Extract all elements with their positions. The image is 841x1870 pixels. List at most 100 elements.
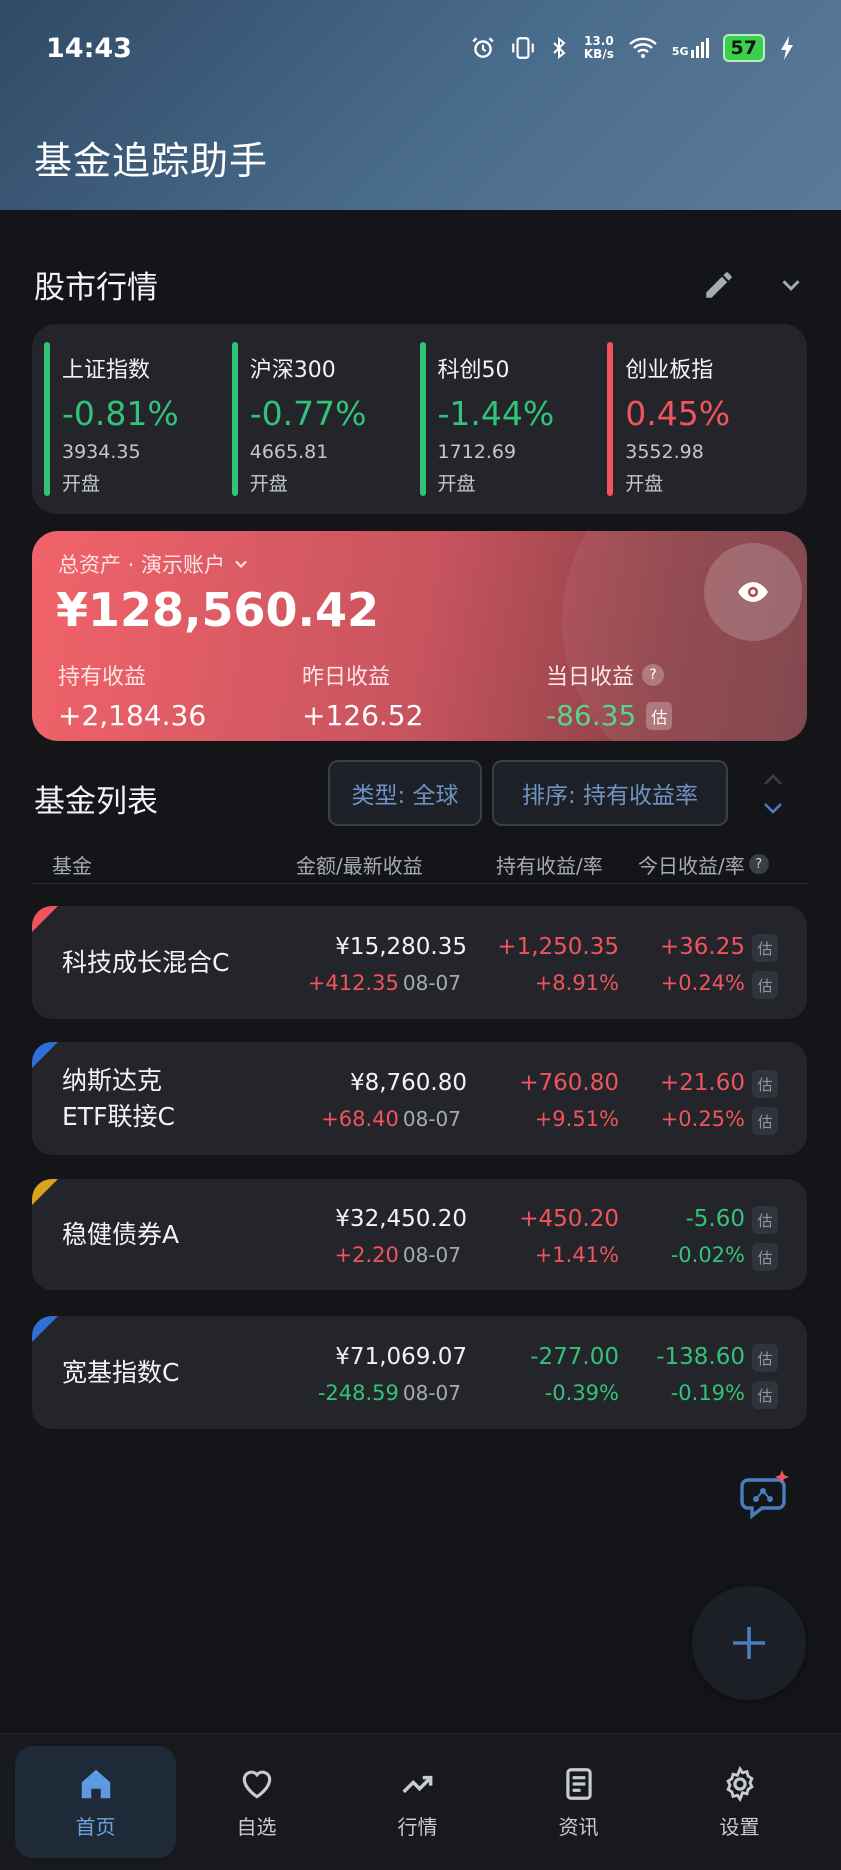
fund-holding-profit: +1,250.35 <box>497 934 619 960</box>
index-name: 创业板指 <box>625 358 714 383</box>
index-name: 科创50 <box>437 358 510 383</box>
add-fund-button[interactable] <box>692 1586 806 1700</box>
ai-assistant-icon[interactable] <box>738 1468 794 1524</box>
col-fund: 基金 <box>52 854 92 878</box>
vibrate-icon <box>512 37 534 59</box>
nav-label: 设置 <box>719 1814 760 1839</box>
fund-latest: +68.40 08-07 <box>321 1107 461 1131</box>
index-state: 开盘 <box>62 473 101 495</box>
estimate-badge: 估 <box>752 1381 778 1409</box>
holding-profit-stat: 持有收益 +2,184.36 <box>58 659 302 732</box>
fund-latest-profit: +2.20 <box>334 1243 399 1267</box>
fund-latest: -248.59 08-07 <box>318 1381 461 1405</box>
fund-amount: ¥71,069.07 <box>335 1344 467 1370</box>
fund-holding-profit: +450.20 <box>519 1206 619 1232</box>
nav-item-settings[interactable]: 设置 <box>659 1746 820 1858</box>
market-section-header: 股市行情 <box>34 262 806 307</box>
stat-label: 持有收益 <box>58 665 147 690</box>
fund-today-profit: -5.60 <box>685 1206 745 1232</box>
chevron-down-icon[interactable] <box>776 270 806 300</box>
fund-tag-corner <box>32 1179 58 1205</box>
fund-date: 08-07 <box>402 1381 461 1405</box>
nav-item-news[interactable]: 资讯 <box>498 1746 659 1858</box>
fund-today-profit: +36.25 <box>659 934 745 960</box>
sort-filter-button[interactable]: 排序: 持有收益率 <box>492 760 728 826</box>
fund-name: 科技成长混合C <box>62 906 262 1019</box>
fund-row[interactable]: 科技成长混合C ¥15,280.35 +412.35 08-07 +1,250.3… <box>32 906 807 1019</box>
nav-label: 自选 <box>236 1814 277 1839</box>
help-icon[interactable]: ? <box>642 664 665 686</box>
fund-holding-rate: +9.51% <box>534 1107 619 1131</box>
fund-table-header: 基金 金额/最新收益 持有收益/率 今日收益/率? <box>32 846 807 884</box>
fund-tag-corner <box>32 906 58 932</box>
fund-row[interactable]: 纳斯达克 ETF联接C ¥8,760.80 +68.40 08-07 +760.8… <box>32 1042 807 1155</box>
chevron-down-icon <box>235 560 247 569</box>
index-trend-bar <box>419 342 426 496</box>
col-amount: 金额/最新收益 <box>296 854 423 878</box>
trend-icon <box>402 1775 432 1793</box>
net-speed-unit: KB/s <box>583 47 614 61</box>
market-tools <box>702 268 806 302</box>
fund-latest-profit: +412.35 <box>307 971 399 995</box>
index-trend-bar <box>44 342 50 496</box>
fund-amount: ¥15,280.35 <box>335 934 467 960</box>
fund-today-rate: -0.19% <box>670 1381 745 1405</box>
type-filter-button[interactable]: 类型: 全球 <box>328 760 482 826</box>
fund-latest-profit: +68.40 <box>321 1107 399 1131</box>
alarm-icon <box>472 37 494 58</box>
wifi-icon <box>629 37 657 58</box>
fund-amount: ¥8,760.80 <box>349 1070 467 1096</box>
col-today: 今日收益/率 <box>638 854 745 878</box>
toggle-visibility-button[interactable] <box>704 543 802 641</box>
index-item[interactable]: 创业板指 0.45% 3552.98 开盘 <box>607 342 795 496</box>
fund-holding-rate: +1.41% <box>534 1243 619 1267</box>
index-change: -0.77% <box>249 394 367 433</box>
app-title: 基金追踪助手 <box>34 139 269 183</box>
estimate-badge: 估 <box>752 1070 778 1098</box>
nav-label: 行情 <box>397 1814 438 1839</box>
fund-latest-profit: -248.59 <box>317 1381 399 1405</box>
net-speed: 13.0 KB/s <box>584 35 614 61</box>
account-selector[interactable]: 总资产 · 演示账户 <box>58 549 251 579</box>
index-change: 0.45% <box>625 394 731 433</box>
index-item[interactable]: 上证指数 -0.81% 3934.35 开盘 <box>44 342 232 496</box>
help-icon[interactable]: ? <box>748 854 769 874</box>
eye-icon <box>738 582 768 602</box>
nav-item-watchlist[interactable]: 自选 <box>176 1746 337 1858</box>
fund-name-line: ETF联接C <box>62 1101 175 1131</box>
estimate-badge: 估 <box>646 701 673 730</box>
nav-item-home[interactable]: 首页 <box>15 1746 176 1858</box>
index-item[interactable]: 科创50 -1.44% 1712.69 开盘 <box>419 342 608 496</box>
gear-icon <box>725 1765 754 1802</box>
fund-latest: +2.20 08-07 <box>335 1243 461 1267</box>
estimate-badge: 估 <box>752 1243 778 1271</box>
fund-date: 08-07 <box>402 1107 461 1131</box>
fund-list-title: 基金列表 <box>34 784 158 820</box>
market-title: 股市行情 <box>34 270 158 306</box>
fund-row[interactable]: 稳健债券A ¥32,450.20 +2.20 08-07 +450.20 +1.4… <box>32 1179 807 1290</box>
stat-value: -86.35 <box>546 699 637 732</box>
stat-label: 昨日收益 <box>302 665 391 690</box>
fund-today-rate: +0.24% <box>660 971 745 995</box>
fund-name-line: 稳健债券A <box>62 1219 180 1249</box>
index-change: -0.81% <box>62 394 179 433</box>
sort-order-icon[interactable] <box>760 766 786 822</box>
index-value: 3552.98 <box>625 441 704 463</box>
fund-name-line: 宽基指数C <box>62 1357 180 1387</box>
edit-icon[interactable] <box>702 268 736 302</box>
today-profit-stat: 当日收益 ? -86.35 估 <box>546 659 790 732</box>
estimate-badge: 估 <box>752 934 778 962</box>
fund-row[interactable]: 宽基指数C ¥71,069.07 -248.59 08-07 -277.00 -0… <box>32 1316 807 1429</box>
home-icon <box>81 1769 110 1798</box>
fund-name-line: 科技成长混合C <box>62 947 230 977</box>
index-item[interactable]: 沪深300 -0.77% 4665.81 开盘 <box>231 342 420 496</box>
fund-today-rate: -0.02% <box>670 1243 745 1267</box>
market-index-card: 上证指数 -0.81% 3934.35 开盘 沪深300 -0.77% 4665… <box>32 324 807 514</box>
bottom-nav: 首页 自选 行情 资讯 设置 <box>0 1733 841 1870</box>
heart-icon <box>242 1770 271 1799</box>
index-name: 沪深300 <box>249 358 336 383</box>
index-value: 3934.35 <box>62 441 141 463</box>
fund-amount: ¥32,450.20 <box>335 1206 467 1232</box>
nav-item-market[interactable]: 行情 <box>337 1746 498 1858</box>
fund-name: 宽基指数C <box>62 1316 262 1429</box>
